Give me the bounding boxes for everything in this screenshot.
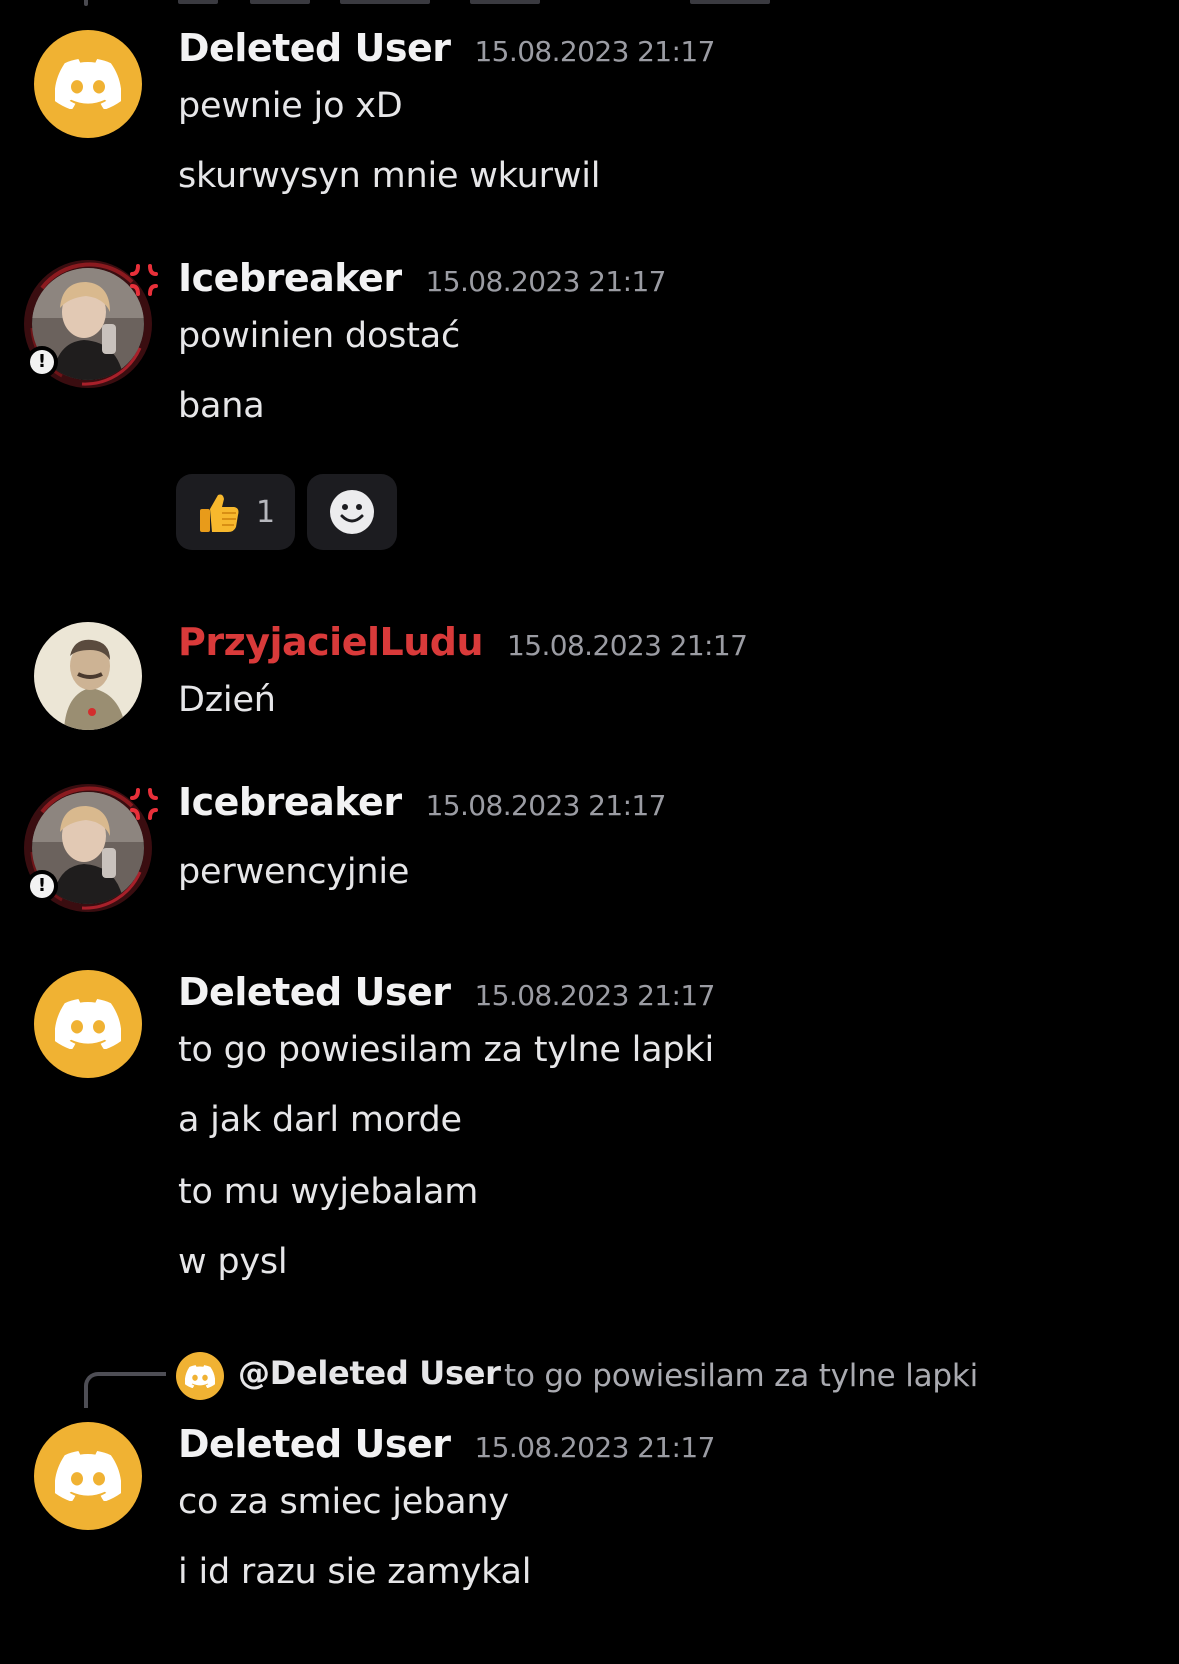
- previous-message-remnant: [0, 0, 1179, 6]
- avatar[interactable]: !: [22, 258, 158, 390]
- smiley-icon: [330, 490, 375, 534]
- add-reaction-button[interactable]: [307, 474, 398, 550]
- reply-username[interactable]: @Deleted User: [238, 1354, 501, 1392]
- message-text: i id razu sie zamykal: [178, 1552, 532, 1592]
- discord-logo-icon: [55, 999, 121, 1049]
- message-header: PrzyjacielLudu 15.08.2023 21:17: [178, 620, 748, 664]
- message-header: Deleted User 15.08.2023 21:17: [178, 1422, 715, 1466]
- timestamp: 15.08.2023 21:17: [425, 789, 667, 822]
- avatar[interactable]: [34, 30, 142, 138]
- discord-logo-icon: [55, 1451, 121, 1501]
- reply-snippet: to go powiesilam za tylne lapki: [504, 1358, 979, 1394]
- message-text: to go powiesilam za tylne lapki: [178, 1030, 715, 1070]
- message-text: Dzień: [178, 680, 276, 720]
- reply-connector: [84, 1372, 166, 1408]
- username[interactable]: Icebreaker: [178, 256, 402, 300]
- thumbs-up-icon: [200, 494, 239, 532]
- avatar[interactable]: [34, 622, 142, 730]
- message-text: skurwysyn mnie wkurwil: [178, 156, 601, 196]
- message-header: Deleted User 15.08.2023 21:17: [178, 970, 715, 1014]
- anger-symbol-icon: [130, 788, 158, 820]
- username[interactable]: PrzyjacielLudu: [178, 620, 484, 664]
- reaction-thumbs-up[interactable]: 1: [176, 474, 296, 550]
- message-text: bana: [178, 386, 265, 426]
- avatar[interactable]: [34, 1422, 142, 1530]
- reply-avatar: [176, 1352, 224, 1400]
- timestamp: 15.08.2023 21:17: [474, 979, 715, 1012]
- username[interactable]: Deleted User: [178, 26, 451, 70]
- message-text: pewnie jo xD: [178, 86, 403, 126]
- discord-logo-icon: [185, 1364, 215, 1388]
- message-header: Icebreaker 15.08.2023 21:17: [178, 780, 666, 824]
- status-badge: !: [26, 870, 58, 902]
- username[interactable]: Deleted User: [178, 1422, 451, 1466]
- message-text: co za smiec jebany: [178, 1482, 509, 1522]
- reaction-count: 1: [256, 494, 276, 530]
- reply-reference[interactable]: @Deleted User to go powiesilam za tylne …: [0, 1346, 1179, 1408]
- message-text: perwencyjnie: [178, 852, 410, 892]
- message-text: a jak darl morde: [178, 1100, 462, 1140]
- message-text: to mu wyjebalam: [178, 1172, 479, 1212]
- status-badge: !: [26, 346, 58, 378]
- username[interactable]: Icebreaker: [178, 780, 402, 824]
- timestamp: 15.08.2023 21:17: [474, 35, 715, 68]
- message-header: Deleted User 15.08.2023 21:17: [178, 26, 715, 70]
- discord-logo-icon: [55, 59, 121, 109]
- avatar[interactable]: [34, 970, 142, 1078]
- avatar[interactable]: !: [22, 782, 158, 914]
- anger-symbol-icon: [130, 264, 158, 296]
- message-text: powinien dostać: [178, 316, 461, 356]
- username[interactable]: Deleted User: [178, 970, 451, 1014]
- message-header: Icebreaker 15.08.2023 21:17: [178, 256, 666, 300]
- message-text: w pysl: [178, 1242, 288, 1282]
- timestamp: 15.08.2023 21:17: [507, 629, 748, 662]
- timestamp: 15.08.2023 21:17: [474, 1431, 715, 1464]
- timestamp: 15.08.2023 21:17: [425, 265, 667, 298]
- reactions: 1: [176, 474, 398, 550]
- avatar-photo: [34, 622, 142, 730]
